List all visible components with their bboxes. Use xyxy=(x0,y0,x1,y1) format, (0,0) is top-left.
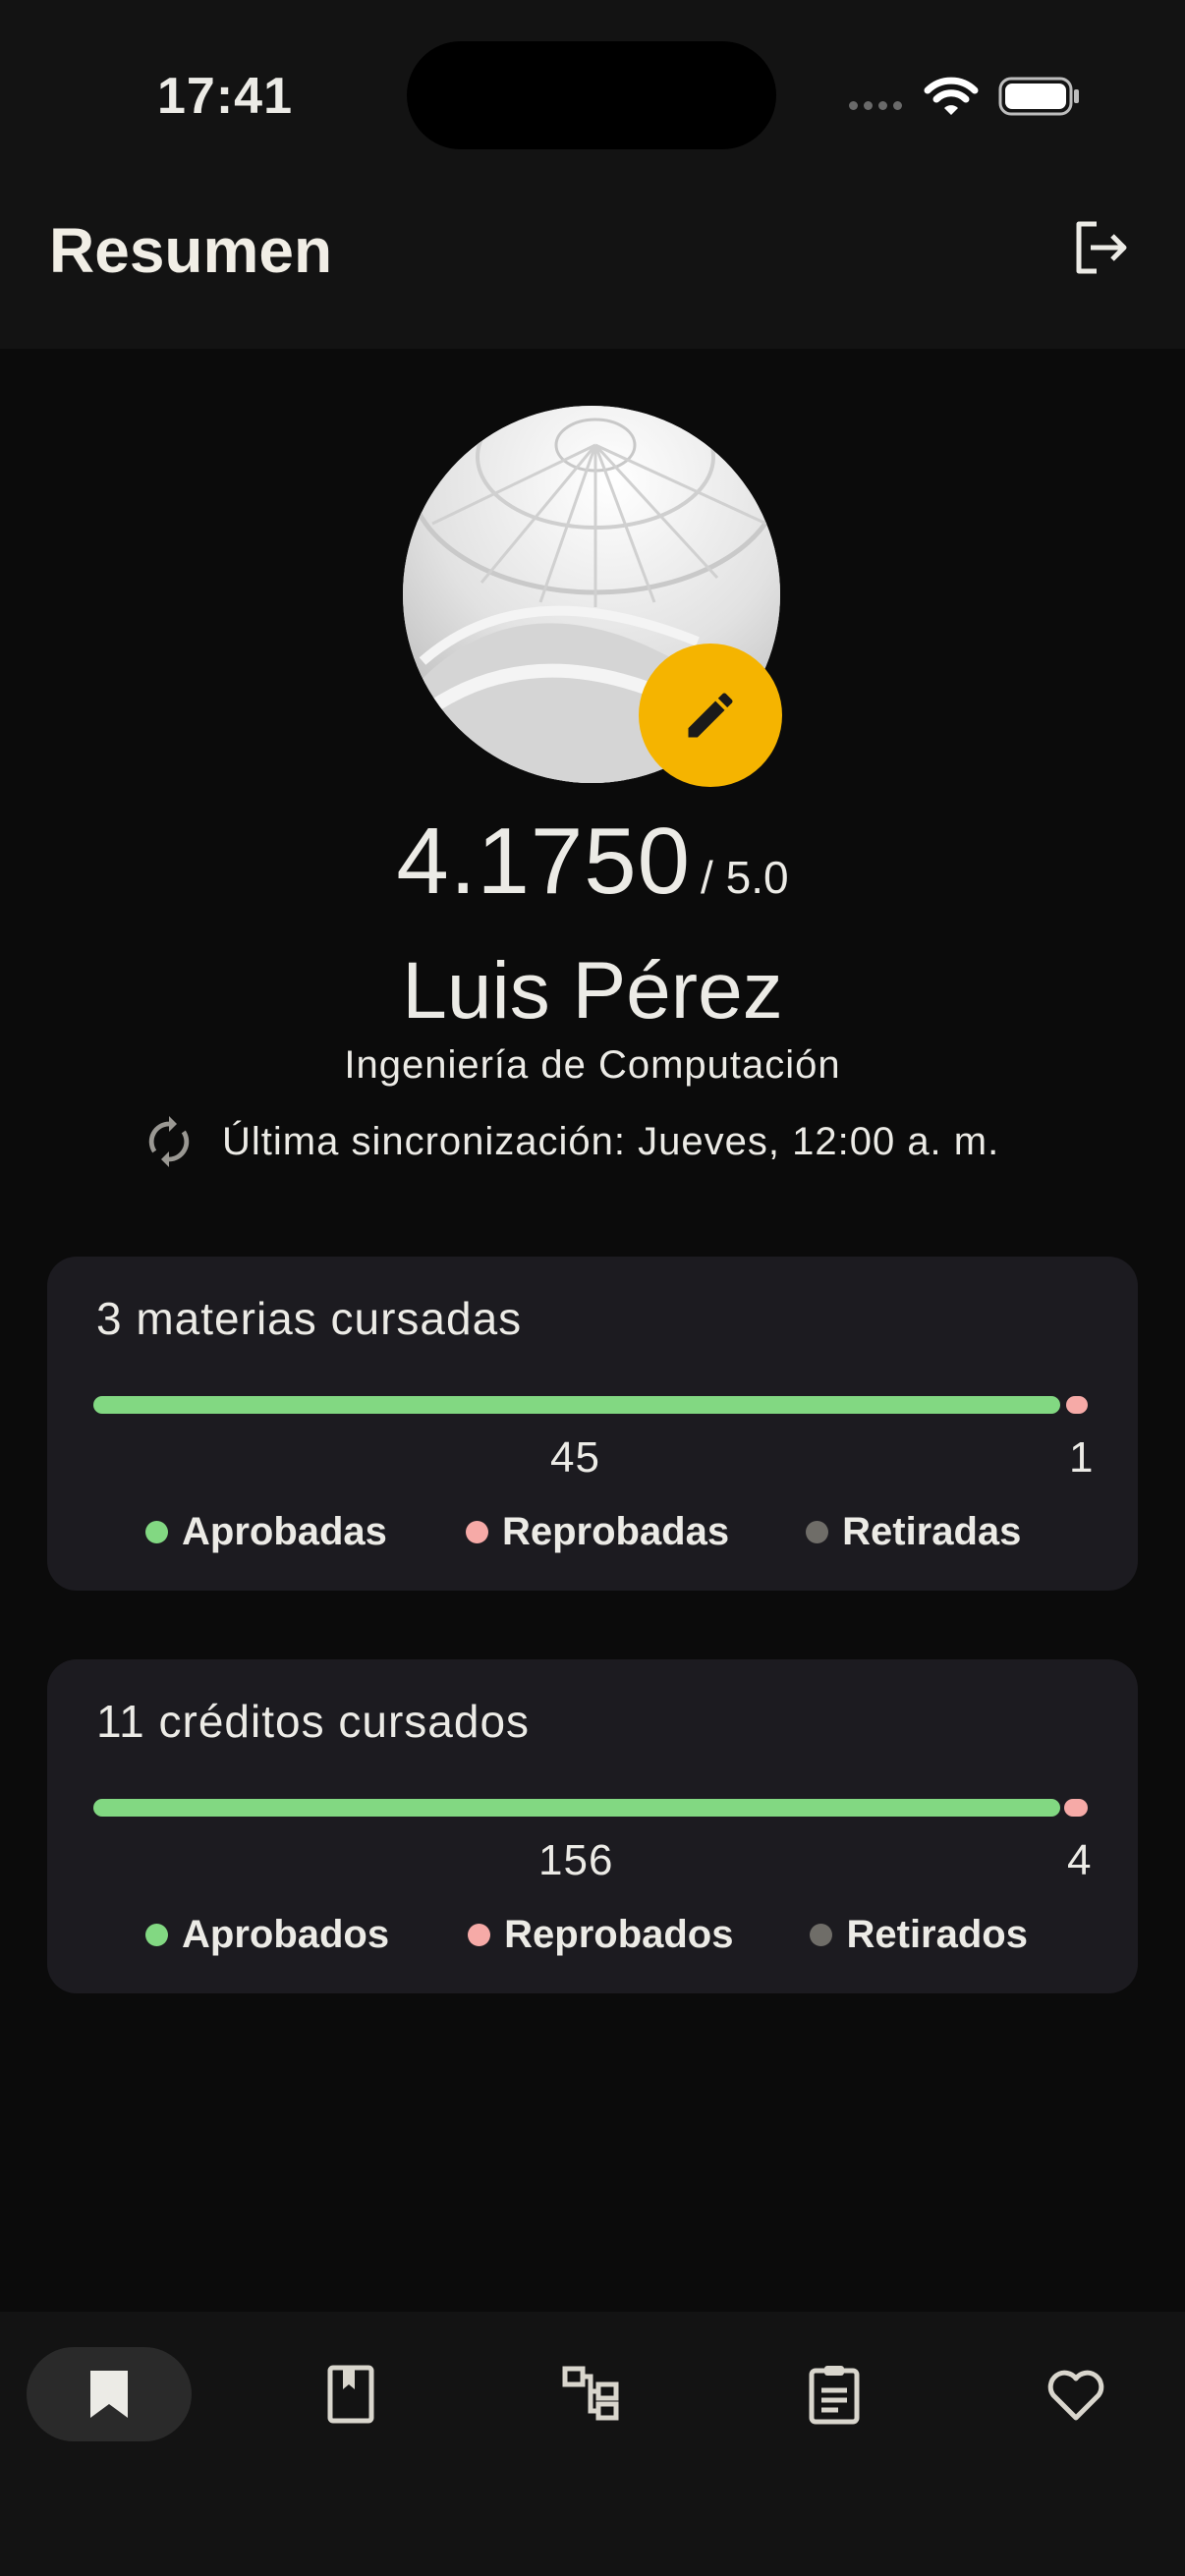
heart-icon xyxy=(1047,2370,1104,2421)
legend-failed: Reprobados xyxy=(468,1913,733,1957)
withdrawn-dot xyxy=(806,1521,829,1543)
sync-text: Última sincronización: Jueves, 12:00 a. … xyxy=(222,1119,1000,1163)
nav-summary[interactable] xyxy=(27,2347,192,2441)
legend-approved-label: Aprobados xyxy=(182,1913,390,1956)
approved-dot xyxy=(145,1924,168,1946)
nav-curriculum[interactable] xyxy=(510,2347,675,2441)
legend-approved-label: Aprobadas xyxy=(182,1510,387,1553)
legend-withdrawn: Retiradas xyxy=(806,1510,1021,1554)
failed-dot xyxy=(465,1521,488,1543)
legend-failed-label: Reprobadas xyxy=(501,1510,730,1553)
page-title: Resumen xyxy=(49,215,333,286)
career-name: Ingeniería de Computación xyxy=(344,1043,841,1087)
cellular-signal-icon xyxy=(849,101,902,110)
sync-icon[interactable] xyxy=(145,1114,193,1169)
subjects-card-title: 3 materias cursadas xyxy=(96,1293,523,1344)
approved-dot xyxy=(145,1521,168,1543)
gpa-value: 4.1750 xyxy=(396,809,692,914)
credits-progress-bar xyxy=(93,1799,1088,1817)
profile-avatar-container xyxy=(403,406,782,787)
credits-failed-count: 4 xyxy=(1067,1836,1093,1884)
nav-evaluations[interactable] xyxy=(752,2347,917,2441)
subjects-legend: Aprobadas Reprobadas Retiradas xyxy=(145,1510,1021,1554)
credits-approved-segment xyxy=(93,1799,1060,1817)
subjects-card: 3 materias cursadas 45 1 Aprobadas Repro… xyxy=(47,1257,1138,1591)
legend-withdrawn-label: Retirados xyxy=(846,1913,1028,1956)
withdrawn-dot xyxy=(810,1924,833,1946)
sync-status: Última sincronización: Jueves, 12:00 a. … xyxy=(145,1114,999,1169)
subjects-failed-segment xyxy=(1066,1396,1088,1414)
pencil-icon xyxy=(688,693,733,738)
credits-legend: Aprobados Reprobados Retirados xyxy=(145,1913,1028,1957)
book-icon xyxy=(327,2365,374,2424)
credits-approved-count: 156 xyxy=(538,1836,614,1884)
edit-avatar-button[interactable] xyxy=(639,644,782,787)
status-bar: 17:41 xyxy=(0,0,1185,187)
credits-failed-segment xyxy=(1064,1799,1088,1817)
subjects-approved-count: 45 xyxy=(550,1433,600,1482)
app-bar: Resumen xyxy=(0,187,1185,349)
failed-dot xyxy=(468,1924,491,1946)
subjects-progress-bar xyxy=(93,1396,1088,1414)
credits-card-title: 11 créditos cursados xyxy=(96,1696,531,1747)
battery-icon xyxy=(998,77,1079,116)
legend-withdrawn: Retirados xyxy=(810,1913,1028,1957)
gpa-max: / 5.0 xyxy=(701,852,789,903)
nav-favorites[interactable] xyxy=(993,2347,1158,2441)
wifi-icon xyxy=(924,77,979,115)
tree-icon xyxy=(562,2366,619,2421)
status-time: 17:41 xyxy=(157,68,293,125)
legend-failed-label: Reprobados xyxy=(504,1913,734,1956)
nav-subjects[interactable] xyxy=(268,2347,433,2441)
student-name: Luis Pérez xyxy=(402,946,783,1036)
legend-failed: Reprobadas xyxy=(465,1510,730,1554)
legend-withdrawn-label: Retiradas xyxy=(842,1510,1022,1553)
gpa-display: 4.1750/ 5.0 xyxy=(0,808,1185,916)
legend-approved: Aprobados xyxy=(145,1913,389,1957)
credits-card: 11 créditos cursados 156 4 Aprobados Rep… xyxy=(47,1659,1138,1993)
subjects-approved-segment xyxy=(93,1396,1060,1414)
logout-icon[interactable] xyxy=(1069,216,1132,279)
legend-approved: Aprobadas xyxy=(145,1510,387,1554)
bottom-navigation xyxy=(0,2312,1185,2576)
dynamic-island xyxy=(407,41,776,149)
bookmark-icon xyxy=(90,2371,128,2418)
subjects-failed-count: 1 xyxy=(1069,1433,1095,1482)
clipboard-icon xyxy=(809,2366,860,2425)
